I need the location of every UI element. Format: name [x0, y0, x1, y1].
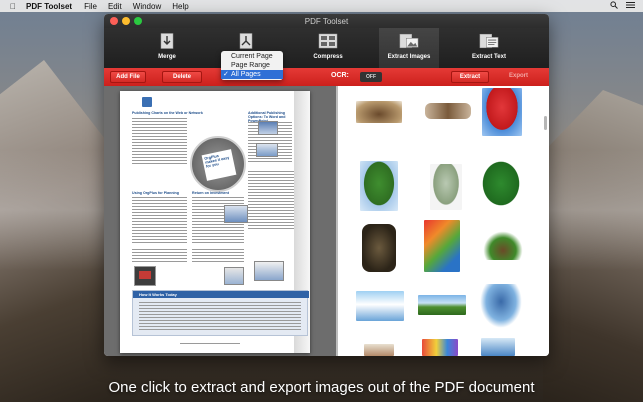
pdf-heading-planning: Using OrgPlus for Planning — [132, 191, 179, 195]
minimize-window-button[interactable] — [122, 17, 130, 25]
delete-button[interactable]: Delete — [162, 71, 202, 83]
pdf-badge-text: OrgPlus makes it easy for you — [201, 149, 237, 181]
extract-text-icon — [479, 32, 499, 50]
spotlight-search-icon[interactable] — [610, 1, 618, 9]
pdf-text-block — [132, 249, 187, 263]
action-bar: Add File Delete OCR: OFF Extract Export — [104, 68, 549, 86]
menu-edit[interactable]: Edit — [108, 2, 122, 11]
title-bar[interactable]: PDF Toolset — [104, 14, 549, 28]
extracted-image-thumb[interactable] — [362, 224, 396, 272]
apple-icon[interactable]:  — [10, 2, 16, 11]
notification-center-icon[interactable] — [626, 1, 635, 9]
export-button[interactable]: Export — [509, 73, 528, 79]
pdf-page: Publishing Charts on the Web or Network … — [120, 91, 310, 353]
extracted-image-thumb[interactable] — [480, 228, 526, 260]
extracted-image-thumb[interactable] — [424, 220, 460, 272]
extracted-image-thumb[interactable] — [364, 344, 394, 356]
menu-window[interactable]: Window — [133, 2, 161, 11]
app-window: PDF Toolset Merge Compress Extract Image… — [104, 14, 549, 356]
split-icon — [236, 32, 256, 50]
add-file-button[interactable]: Add File — [110, 71, 146, 83]
checkmark-icon: ✓ — [223, 71, 229, 78]
extracted-image-thumb[interactable] — [418, 295, 466, 315]
pdf-heading-publishing: Publishing Charts on the Web or Network — [132, 111, 203, 115]
pdf-preview-pane[interactable]: Publishing Charts on the Web or Network … — [104, 86, 336, 356]
pdf-screenshot-thumb — [254, 261, 284, 281]
pdf-screenshot-thumb — [256, 143, 278, 157]
merge-tool-button[interactable]: Merge — [137, 28, 197, 68]
extracted-image-thumb[interactable] — [356, 291, 404, 321]
compress-tool-button[interactable]: Compress — [298, 28, 358, 68]
extracted-image-thumb[interactable] — [478, 161, 524, 211]
toolbar: Merge Compress Extract Images Extract Te… — [104, 28, 549, 68]
menu-app-name[interactable]: PDF Toolset — [26, 2, 72, 11]
merge-icon — [157, 32, 177, 50]
split-option-label: Current Page — [231, 53, 273, 60]
extract-images-icon — [399, 32, 419, 50]
pdf-text-block — [248, 171, 294, 231]
split-option-page-range[interactable]: Page Range — [221, 61, 283, 70]
split-option-label: Page Range — [231, 62, 270, 69]
pdf-screenshot-thumb — [134, 266, 156, 286]
extract-text-label: Extract Text — [472, 54, 506, 60]
extracted-image-thumb[interactable] — [425, 103, 471, 119]
extract-images-label: Extract Images — [387, 54, 431, 60]
extracted-image-thumb[interactable] — [422, 339, 458, 356]
pdf-text-block — [132, 118, 187, 164]
zoom-window-button[interactable] — [134, 17, 142, 25]
images-scrollbar[interactable] — [544, 116, 547, 130]
extracted-image-thumb[interactable] — [480, 284, 522, 328]
pdf-badge-circle: OrgPlus makes it easy for you — [190, 136, 246, 192]
window-title: PDF Toolset — [304, 16, 349, 26]
menu-bar:  PDF Toolset File Edit Window Help — [0, 0, 643, 12]
compress-icon — [318, 32, 338, 50]
extract-text-tool-button[interactable]: Extract Text — [459, 28, 519, 68]
extracted-image-thumb[interactable] — [360, 161, 398, 211]
split-mode-menu: Current Page Page Range ✓ All Pages — [221, 51, 283, 80]
orgplus-logo — [142, 97, 152, 107]
extracted-image-thumb[interactable] — [356, 101, 402, 123]
split-option-current-page[interactable]: Current Page — [221, 52, 283, 61]
promo-caption: One click to extract and export images o… — [108, 379, 535, 396]
extracted-image-thumb[interactable] — [482, 88, 522, 136]
pdf-screenshot-thumb — [224, 267, 244, 285]
extracted-image-thumb[interactable] — [481, 338, 515, 356]
merge-label: Merge — [158, 54, 176, 60]
pdf-heading-roi: Return on Investment — [192, 191, 229, 195]
extract-images-tool-button[interactable]: Extract Images — [379, 28, 439, 68]
pdf-banner-text — [139, 302, 301, 332]
pdf-screenshot-thumb — [224, 205, 248, 223]
split-option-all-pages[interactable]: ✓ All Pages — [221, 70, 283, 79]
extract-button[interactable]: Extract — [451, 71, 489, 83]
pdf-banner-heading: How It Works Today — [133, 291, 309, 298]
extracted-images-pane[interactable] — [338, 86, 549, 356]
ocr-toggle[interactable]: OFF — [360, 72, 382, 82]
compress-label: Compress — [313, 54, 343, 60]
pdf-info-banner: How It Works Today — [132, 290, 309, 336]
ocr-label: OCR: — [331, 72, 349, 79]
pdf-text-block — [192, 249, 244, 263]
pdf-screenshot-thumb — [258, 121, 278, 135]
pdf-text-block — [132, 197, 187, 245]
extracted-image-thumb[interactable] — [430, 164, 462, 210]
menu-file[interactable]: File — [84, 2, 97, 11]
window-controls — [110, 17, 142, 25]
pdf-footer — [180, 343, 240, 345]
main-content: Publishing Charts on the Web or Network … — [104, 86, 549, 356]
menu-help[interactable]: Help — [172, 2, 188, 11]
split-option-label: All Pages — [231, 71, 261, 78]
close-window-button[interactable] — [110, 17, 118, 25]
